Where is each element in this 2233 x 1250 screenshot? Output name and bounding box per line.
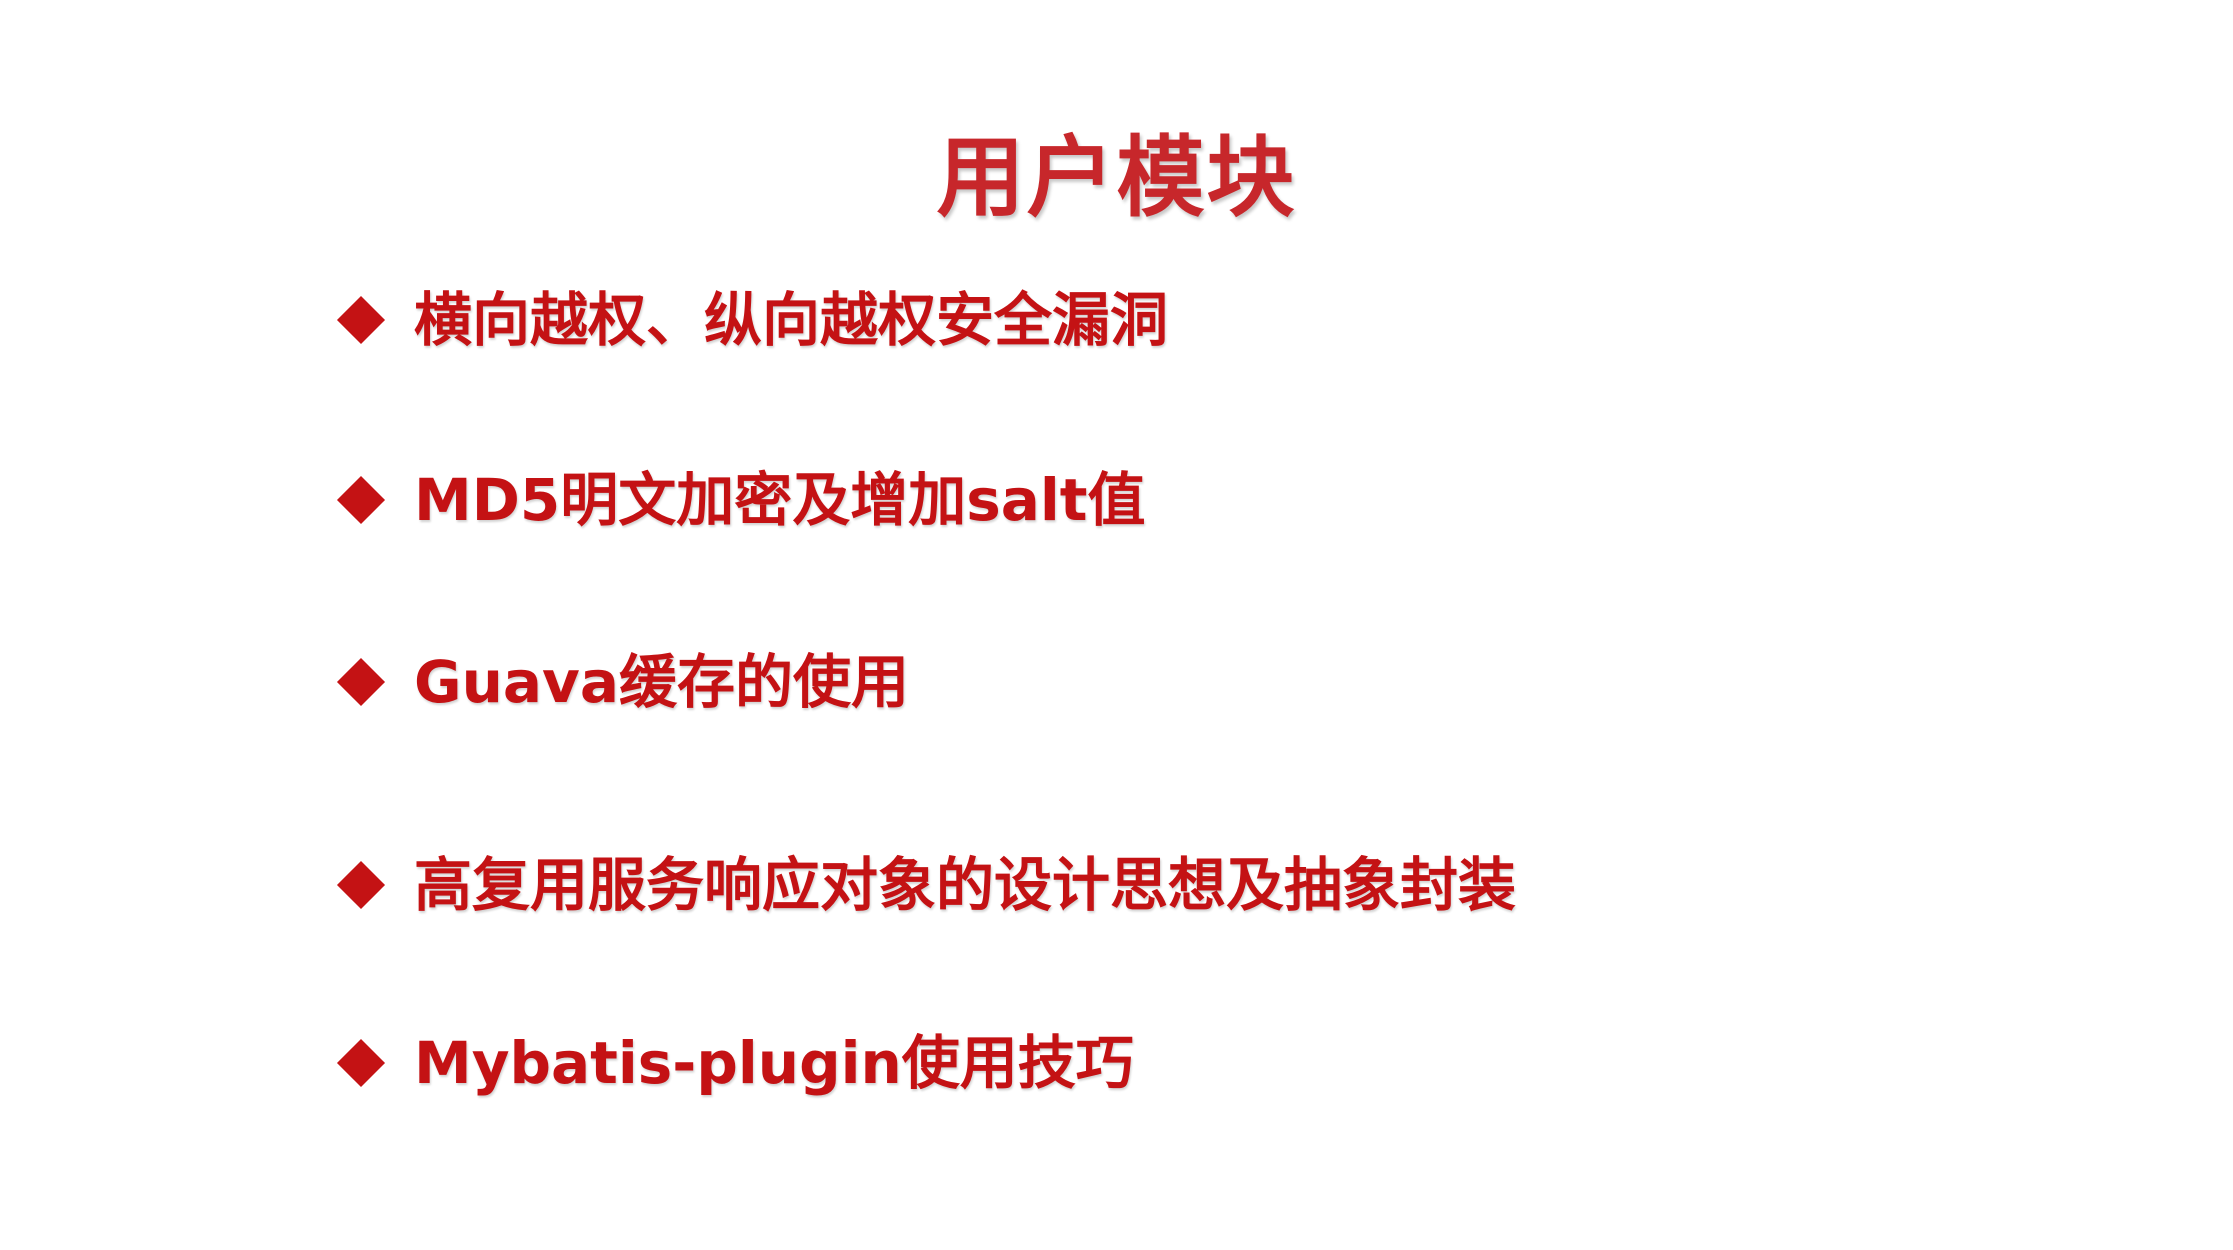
diamond-icon [336, 860, 386, 910]
bullet-text: MD5明文加密及增加salt值 [414, 466, 1146, 534]
bullet-text: Mybatis-plugin使用技巧 [414, 1029, 1134, 1097]
diamond-icon [336, 1038, 386, 1088]
bullet-text: Guava缓存的使用 [414, 648, 909, 716]
bullet-text: 横向越权、纵向越权安全漏洞 [414, 286, 1169, 354]
bullet-item: Mybatis-plugin使用技巧 [336, 1018, 1134, 1108]
diamond-icon [336, 475, 386, 525]
bullet-item: 横向越权、纵向越权安全漏洞 [336, 275, 1168, 365]
diamond-icon [336, 295, 386, 345]
diamond-icon [336, 657, 386, 707]
slide: 用户模块 横向越权、纵向越权安全漏洞 MD5明文加密及增加salt值 Guava… [0, 0, 2233, 1250]
bullet-item: Guava缓存的使用 [336, 637, 909, 727]
bullet-list: 横向越权、纵向越权安全漏洞 MD5明文加密及增加salt值 Guava缓存的使用… [336, 0, 2136, 1250]
bullet-item: MD5明文加密及增加salt值 [336, 455, 1146, 545]
bullet-item: 高复用服务响应对象的设计思想及抽象封装 [336, 840, 1516, 930]
bullet-text: 高复用服务响应对象的设计思想及抽象封装 [414, 851, 1517, 919]
